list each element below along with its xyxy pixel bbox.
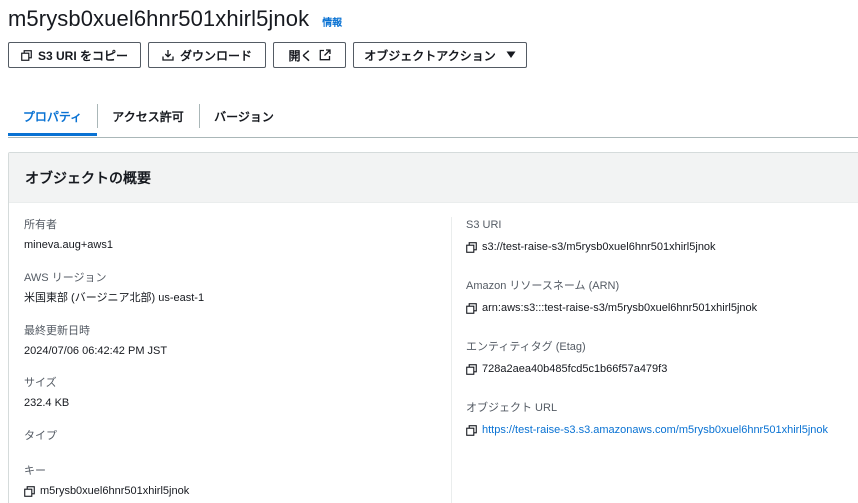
s3-uri-label: S3 URI bbox=[466, 219, 502, 231]
copy-icon bbox=[21, 49, 32, 61]
tab-versions[interactable]: バージョン bbox=[200, 96, 288, 136]
page-title: m5rysb0xuel6hnr501xhirl5jnok bbox=[8, 6, 310, 31]
size-label: サイズ bbox=[24, 377, 57, 389]
last-modified-label: 最終更新日時 bbox=[24, 325, 90, 337]
copy-icon[interactable] bbox=[466, 424, 477, 436]
download-label: ダウンロード bbox=[179, 48, 252, 63]
copy-s3-uri-button[interactable]: S3 URI をコピー bbox=[8, 42, 141, 68]
key-value: m5rysb0xuel6hnr501xhirl5jnok bbox=[24, 484, 189, 498]
copy-s3-uri-label: S3 URI をコピー bbox=[37, 48, 128, 63]
etag-label: エンティティタグ (Etag) bbox=[466, 341, 586, 353]
size-value: 232.4 KB bbox=[24, 396, 69, 410]
tab-properties[interactable]: プロパティ bbox=[8, 96, 97, 136]
tab-bar: プロパティ アクセス許可 バージョン bbox=[8, 96, 858, 138]
last-modified-field: 最終更新日時 2024/07/06 06:42:42 PM JST bbox=[24, 324, 167, 358]
key-field: キー m5rysb0xuel6hnr501xhirl5jnok bbox=[24, 464, 189, 498]
copy-icon[interactable] bbox=[466, 241, 477, 253]
arn-label: Amazon リソースネーム (ARN) bbox=[466, 280, 620, 292]
s3-uri-value: s3://test-raise-s3/m5rysb0xuel6hnr501xhi… bbox=[466, 240, 716, 254]
download-button[interactable]: ダウンロード bbox=[148, 42, 266, 68]
column-divider bbox=[451, 217, 452, 503]
s3-uri-value-text: s3://test-raise-s3/m5rysb0xuel6hnr501xhi… bbox=[482, 241, 716, 253]
owner-label: 所有者 bbox=[24, 219, 57, 231]
object-url-field: オブジェクト URL https://test-raise-s3.s3.amaz… bbox=[466, 401, 828, 437]
etag-value-text: 728a2aea40b485fcd5c1b66f57a479f3 bbox=[482, 363, 668, 375]
arn-value-text: arn:aws:s3:::test-raise-s3/m5rysb0xuel6h… bbox=[482, 302, 758, 314]
object-overview-panel: オブジェクトの概要 所有者 mineva.aug+aws1 AWS リージョン … bbox=[8, 152, 858, 503]
etag-field: エンティティタグ (Etag) 728a2aea40b485fcd5c1b66f… bbox=[466, 340, 667, 376]
s3-uri-field: S3 URI s3://test-raise-s3/m5rysb0xuel6hn… bbox=[466, 218, 716, 254]
open-button[interactable]: 開く bbox=[273, 42, 346, 68]
object-actions-label: オブジェクトアクション bbox=[364, 48, 496, 63]
size-field: サイズ 232.4 KB bbox=[24, 376, 69, 410]
active-tab-indicator bbox=[8, 133, 97, 136]
owner-field: 所有者 mineva.aug+aws1 bbox=[24, 218, 113, 252]
copy-icon[interactable] bbox=[466, 302, 477, 314]
size-value-text: 232.4 KB bbox=[24, 397, 70, 409]
arn-value: arn:aws:s3:::test-raise-s3/m5rysb0xuel6h… bbox=[466, 301, 757, 315]
panel-title: オブジェクトの概要 bbox=[25, 169, 151, 186]
region-value-text: 米国東部 (バージニア北部) us-east-1 bbox=[24, 292, 205, 304]
etag-value: 728a2aea40b485fcd5c1b66f57a479f3 bbox=[466, 362, 667, 376]
arn-field: Amazon リソースネーム (ARN) arn:aws:s3:::test-r… bbox=[466, 279, 757, 315]
copy-icon[interactable] bbox=[24, 485, 35, 497]
last-modified-value: 2024/07/06 06:42:42 PM JST bbox=[24, 344, 167, 358]
owner-value-text: mineva.aug+aws1 bbox=[24, 239, 113, 251]
panel-header: オブジェクトの概要 bbox=[9, 153, 858, 203]
owner-value: mineva.aug+aws1 bbox=[24, 238, 113, 252]
object-url-label: オブジェクト URL bbox=[466, 402, 558, 414]
open-label: 開く bbox=[288, 48, 313, 63]
tab-permissions[interactable]: アクセス許可 bbox=[98, 96, 198, 136]
action-toolbar: S3 URI をコピー ダウンロード 開く オブジェクトアクション bbox=[8, 42, 527, 68]
object-url-link[interactable]: https://test-raise-s3.s3.amazonaws.com/m… bbox=[482, 423, 828, 437]
object-title-row: m5rysb0xuel6hnr501xhirl5jnok 情報 bbox=[8, 6, 342, 34]
copy-icon[interactable] bbox=[466, 363, 477, 375]
tab-bar-border bbox=[8, 137, 858, 138]
caret-down-icon bbox=[506, 51, 516, 58]
type-label: タイプ bbox=[24, 430, 57, 442]
region-value: 米国東部 (バージニア北部) us-east-1 bbox=[24, 291, 204, 305]
last-modified-value-text: 2024/07/06 06:42:42 PM JST bbox=[24, 345, 168, 357]
key-label: キー bbox=[24, 465, 46, 477]
region-field: AWS リージョン 米国東部 (バージニア北部) us-east-1 bbox=[24, 271, 204, 305]
external-link-icon bbox=[319, 49, 331, 61]
object-actions-dropdown[interactable]: オブジェクトアクション bbox=[353, 42, 527, 68]
info-link[interactable]: 情報 bbox=[322, 14, 342, 29]
key-value-text: m5rysb0xuel6hnr501xhirl5jnok bbox=[40, 485, 190, 497]
download-icon bbox=[162, 50, 174, 61]
object-url-value: https://test-raise-s3.s3.amazonaws.com/m… bbox=[466, 423, 828, 437]
type-field: タイプ bbox=[24, 429, 57, 449]
region-label: AWS リージョン bbox=[24, 272, 107, 284]
